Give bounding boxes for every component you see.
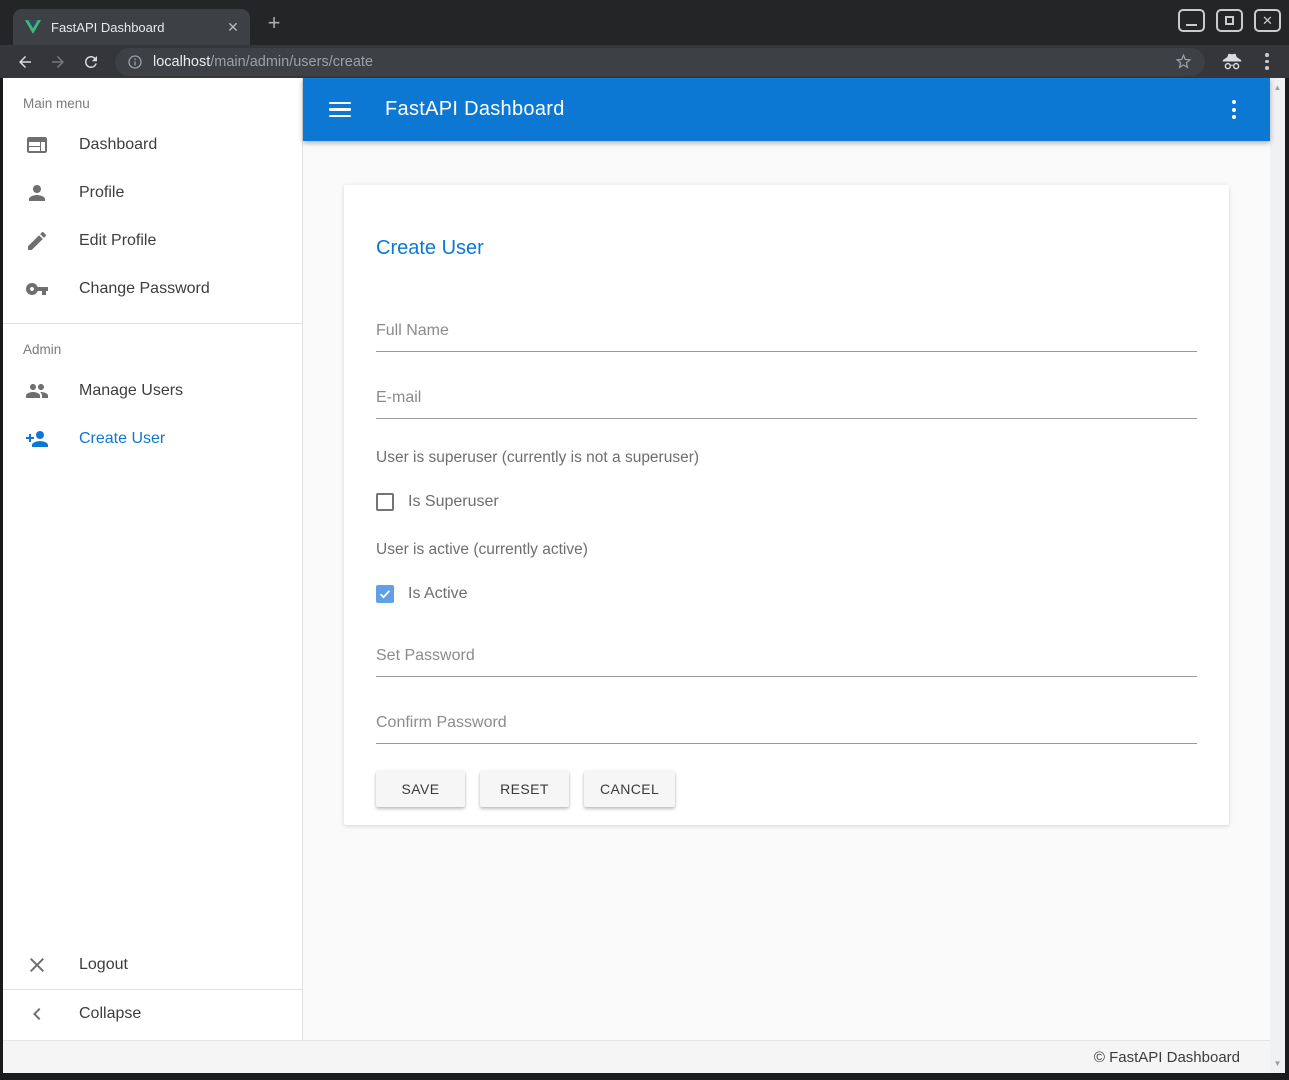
triangle-up-icon: ▲	[1274, 83, 1282, 92]
reload-button[interactable]	[78, 49, 104, 75]
appbar-menu-button[interactable]	[1224, 100, 1244, 119]
kebab-menu-icon	[1232, 100, 1236, 104]
chevron-left-icon	[25, 1002, 49, 1026]
address-bar[interactable]: localhost/main/admin/users/create	[115, 48, 1205, 76]
full-name-input[interactable]	[376, 318, 1197, 352]
triangle-down-icon: ▼	[1274, 1059, 1282, 1068]
create-user-card: Create User User is superuser (currently…	[344, 185, 1229, 825]
reset-button[interactable]: RESET	[480, 771, 569, 807]
sidebar-item-profile[interactable]: Profile	[3, 169, 302, 217]
sidebar-bottom: Logout Collapse	[3, 941, 302, 1040]
tab-strip: FastAPI Dashboard ✕ + ✕	[0, 0, 1289, 45]
reload-icon	[82, 53, 100, 71]
menu-button[interactable]	[329, 102, 351, 118]
sidebar-item-create-user[interactable]: Create User	[3, 415, 302, 463]
browser-menu-button[interactable]	[1257, 53, 1277, 70]
url-host: localhost	[153, 54, 210, 70]
sidebar-item-label: Manage Users	[79, 382, 183, 400]
main-area: FastAPI Dashboard Create User User is su…	[303, 78, 1270, 1040]
scrollbar[interactable]: ▲ ▼	[1270, 78, 1285, 1073]
is-active-checkbox[interactable]	[376, 585, 394, 603]
browser-tab[interactable]: FastAPI Dashboard ✕	[13, 9, 250, 45]
set-password-input[interactable]	[376, 643, 1197, 677]
content-area: Create User User is superuser (currently…	[303, 141, 1270, 1040]
close-x-icon	[25, 953, 49, 977]
pencil-icon	[25, 229, 49, 253]
forward-button[interactable]	[45, 49, 71, 75]
new-tab-button[interactable]: +	[262, 12, 286, 36]
maximize-icon	[1225, 16, 1234, 25]
page-footer: © FastAPI Dashboard	[3, 1040, 1270, 1073]
close-window-button[interactable]: ✕	[1254, 9, 1281, 32]
sidebar-section-main-menu: Main menu	[3, 78, 302, 121]
maximize-button[interactable]	[1216, 9, 1243, 32]
window-controls: ✕	[1178, 9, 1281, 32]
sidebar-item-change-password[interactable]: Change Password	[3, 265, 302, 313]
incognito-icon	[1221, 51, 1243, 73]
minimize-icon	[1186, 24, 1197, 26]
minimize-button[interactable]	[1178, 9, 1205, 32]
key-icon	[25, 277, 49, 301]
back-button[interactable]	[12, 49, 38, 75]
sidebar-item-label: Change Password	[79, 280, 210, 298]
confirm-password-input[interactable]	[376, 710, 1197, 744]
page-title: Create User	[376, 237, 1197, 260]
tab-close-button[interactable]: ✕	[224, 18, 242, 36]
kebab-menu-icon	[1265, 53, 1269, 57]
appbar-title: FastAPI Dashboard	[385, 98, 565, 121]
close-icon: ✕	[1262, 14, 1273, 27]
check-icon	[378, 587, 392, 601]
person-icon	[25, 181, 49, 205]
url-path: /main/admin/users/create	[210, 54, 373, 70]
forward-icon	[49, 53, 67, 71]
tab-title: FastAPI Dashboard	[51, 20, 224, 35]
is-superuser-checkbox[interactable]	[376, 493, 394, 511]
sidebar-item-manage-users[interactable]: Manage Users	[3, 367, 302, 415]
save-button[interactable]: SAVE	[376, 771, 465, 807]
email-input[interactable]	[376, 385, 1197, 419]
superuser-checkbox-row: Is Superuser	[376, 493, 1197, 511]
browser-window: FastAPI Dashboard ✕ + ✕ localhost/main/a…	[0, 0, 1289, 1080]
sidebar-item-edit-profile[interactable]: Edit Profile	[3, 217, 302, 265]
hamburger-icon	[329, 102, 351, 105]
sidebar-item-dashboard[interactable]: Dashboard	[3, 121, 302, 169]
url-text: localhost/main/admin/users/create	[153, 54, 1166, 70]
collapse-label: Collapse	[79, 1005, 141, 1023]
active-hint: User is active (currently active)	[376, 541, 1197, 559]
is-superuser-label[interactable]: Is Superuser	[408, 493, 499, 511]
sidebar: Main menu Dashboard Profile Edit Profile…	[3, 78, 303, 1040]
info-icon	[127, 54, 143, 70]
sidebar-section-admin: Admin	[3, 324, 302, 367]
vue-logo-icon	[25, 19, 41, 35]
sidebar-item-label: Edit Profile	[79, 232, 156, 250]
copyright-text: © FastAPI Dashboard	[1094, 1049, 1240, 1066]
sidebar-item-label: Profile	[79, 184, 124, 202]
people-icon	[25, 379, 49, 403]
browser-toolbar: localhost/main/admin/users/create	[0, 45, 1289, 78]
page: Main menu Dashboard Profile Edit Profile…	[3, 78, 1285, 1073]
superuser-hint: User is superuser (currently is not a su…	[376, 449, 1197, 467]
button-row: SAVE RESET CANCEL	[376, 771, 1197, 807]
logout-button[interactable]: Logout	[3, 941, 302, 989]
web-icon	[25, 133, 49, 157]
person-add-icon	[25, 427, 49, 451]
active-checkbox-row: Is Active	[376, 585, 1197, 603]
is-active-label[interactable]: Is Active	[408, 585, 468, 603]
bookmark-star-icon[interactable]	[1174, 52, 1193, 71]
sidebar-item-label: Dashboard	[79, 136, 157, 154]
sidebar-item-label: Create User	[79, 430, 165, 448]
scroll-up-button[interactable]: ▲	[1270, 80, 1285, 95]
cancel-button[interactable]: CANCEL	[584, 771, 675, 807]
app-bar: FastAPI Dashboard	[303, 78, 1270, 141]
back-icon	[16, 53, 34, 71]
logout-label: Logout	[79, 956, 128, 974]
scroll-down-button[interactable]: ▼	[1270, 1056, 1285, 1071]
collapse-button[interactable]: Collapse	[3, 990, 302, 1038]
